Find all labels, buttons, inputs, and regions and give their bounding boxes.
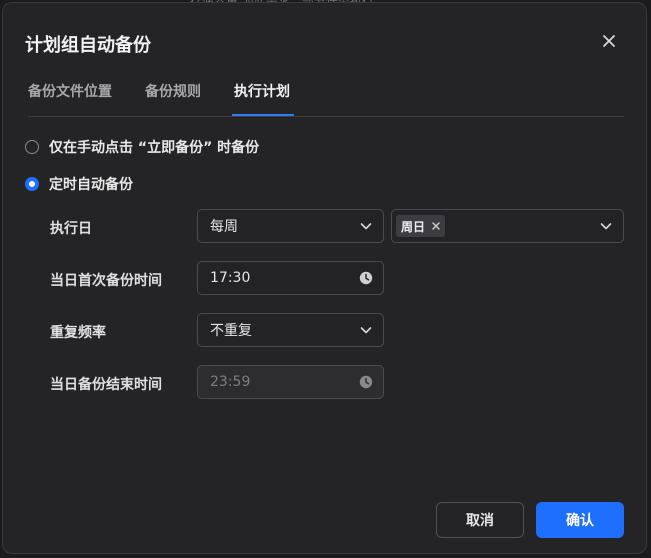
end-time-value: 23:59	[210, 374, 251, 390]
end-time-input: 23:59	[197, 365, 384, 399]
confirm-button[interactable]: 确认	[536, 502, 624, 538]
auto-backup-dialog: 计划组自动备份 备份文件位置 备份规则 执行计划 仅在手动点击 “立即备份” 时…	[2, 2, 647, 554]
active-tab-indicator	[232, 114, 294, 116]
first-backup-time-label: 当日首次备份时间	[50, 273, 162, 289]
clock-icon	[359, 375, 373, 389]
execution-frequency-value: 每周	[210, 219, 238, 235]
chevron-down-icon	[360, 327, 372, 334]
option-manual-backup[interactable]: 仅在手动点击 “立即备份” 时备份	[25, 137, 259, 157]
option-scheduled-label: 定时自动备份	[49, 177, 133, 193]
option-manual-label: 仅在手动点击 “立即备份” 时备份	[49, 140, 260, 156]
close-button[interactable]	[599, 31, 619, 51]
cancel-button[interactable]: 取消	[436, 502, 524, 538]
day-tag-label: 周日	[401, 219, 426, 234]
dialog-title: 计划组自动备份	[25, 35, 151, 56]
option-scheduled-backup[interactable]: 定时自动备份	[25, 174, 133, 194]
execution-frequency-select[interactable]: 每周	[197, 209, 384, 243]
first-backup-time-value: 17:30	[210, 270, 251, 286]
end-time-label: 当日备份结束时间	[50, 377, 162, 393]
tab-bar: 备份文件位置 备份规则 执行计划	[28, 77, 624, 117]
close-icon	[603, 35, 615, 47]
day-tag: 周日	[396, 215, 446, 237]
clock-icon	[359, 271, 373, 285]
radio-manual[interactable]	[25, 140, 39, 154]
execution-days-multiselect[interactable]: 周日	[391, 209, 624, 243]
tab-backup-location[interactable]: 备份文件位置	[28, 81, 112, 101]
radio-scheduled[interactable]	[25, 177, 39, 191]
first-backup-time-input[interactable]: 17:30	[197, 261, 384, 295]
repeat-frequency-select[interactable]: 不重复	[197, 313, 384, 347]
repeat-frequency-value: 不重复	[210, 323, 252, 339]
execution-day-label: 执行日	[50, 221, 92, 237]
chevron-down-icon	[600, 223, 612, 230]
tab-backup-rules[interactable]: 备份规则	[145, 81, 201, 101]
remove-tag-icon[interactable]	[431, 221, 441, 231]
repeat-frequency-label: 重复频率	[50, 325, 106, 341]
chevron-down-icon	[360, 223, 372, 230]
tab-schedule[interactable]: 执行计划	[234, 81, 290, 101]
